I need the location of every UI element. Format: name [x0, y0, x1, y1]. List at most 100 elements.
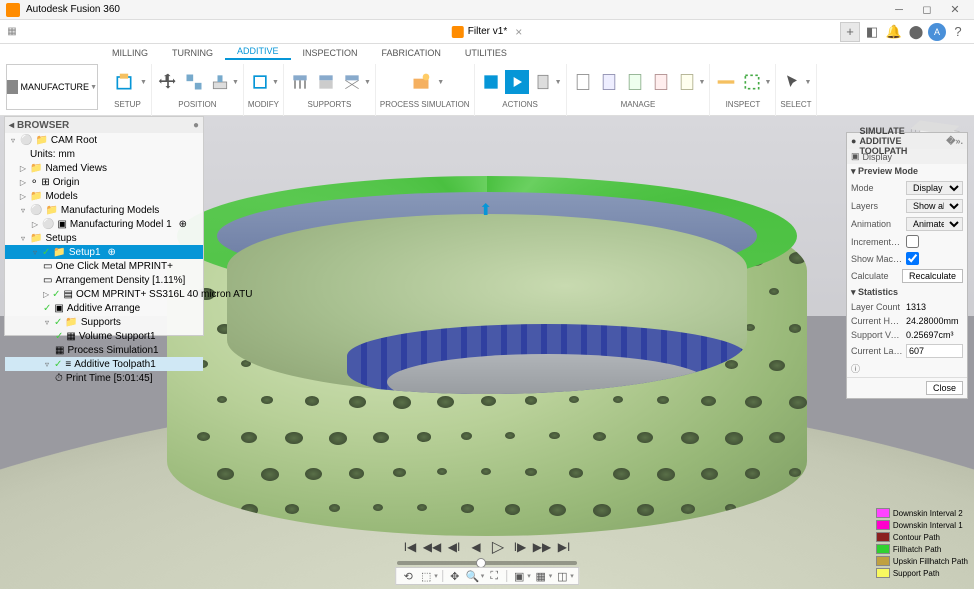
tree-toolpath[interactable]: ▿✓≡Additive Toolpath1: [5, 357, 203, 371]
tree-print-time[interactable]: ⏱Print Time [5:01:45]: [5, 371, 203, 385]
app-icon: [6, 3, 20, 17]
display-settings-icon[interactable]: ▣: [511, 568, 527, 584]
ribbon-tab-turning[interactable]: TURNING: [160, 46, 225, 60]
look-at-icon[interactable]: ⬚: [418, 568, 434, 584]
user-avatar[interactable]: A: [928, 23, 946, 41]
simulate-icon[interactable]: [505, 70, 529, 94]
tree-models[interactable]: ▷📁Models: [5, 189, 203, 203]
document-tab[interactable]: Filter v1* ×: [444, 21, 530, 43]
tree-supports[interactable]: ▿✓📁Supports: [5, 315, 203, 329]
close-tab-icon[interactable]: ×: [515, 25, 522, 39]
ribbon-tab-milling[interactable]: MILLING: [100, 46, 160, 60]
legend-swatch: [876, 568, 890, 578]
go-to-end-button[interactable]: ▶I: [556, 539, 572, 555]
close-window-button[interactable]: ✕: [942, 2, 968, 18]
manage-icon3[interactable]: [623, 70, 647, 94]
grid-settings-icon[interactable]: ▦: [533, 568, 549, 584]
minimize-button[interactable]: ─: [886, 2, 912, 18]
export-icon[interactable]: [531, 70, 555, 94]
preview-mode-section[interactable]: ▾ Preview Mode: [847, 164, 967, 179]
statistics-section[interactable]: ▾ Statistics: [847, 285, 967, 300]
notifications-icon[interactable]: 🔔: [884, 22, 904, 42]
tree-mfg-models[interactable]: ▿⚪📁Manufacturing Models: [5, 203, 203, 217]
ribbon-tab-fabrication[interactable]: FABRICATION: [370, 46, 453, 60]
toolbar-group-setup: ▼ SETUP: [104, 64, 152, 116]
show-machine-checkbox[interactable]: [906, 252, 919, 265]
tree-arrange[interactable]: ✓▣Additive Arrange: [5, 301, 203, 315]
play-reverse-button[interactable]: ◀: [468, 539, 484, 555]
modify-icon[interactable]: [248, 70, 272, 94]
pin-panel-icon[interactable]: �».: [946, 136, 963, 147]
tree-volume-support[interactable]: ✓▦Volume Support1: [5, 329, 203, 343]
tree-cam-root[interactable]: ▿⚪📁CAM Root: [5, 133, 203, 147]
incremental-checkbox[interactable]: [906, 235, 919, 248]
tree-origin[interactable]: ▷⚬⊞Origin: [5, 175, 203, 189]
layers-select[interactable]: Show all layers: [906, 199, 963, 213]
model-filter-part[interactable]: [167, 176, 807, 536]
tree-units[interactable]: Units: mm: [5, 147, 203, 161]
skip-back-button[interactable]: ◀◀: [424, 539, 440, 555]
manage-icon2[interactable]: [597, 70, 621, 94]
fit-icon[interactable]: ⛶: [486, 568, 502, 584]
move-icon[interactable]: [156, 70, 180, 94]
process-simulation-icon[interactable]: [405, 66, 437, 98]
browser-header[interactable]: ◂ BROWSER ●: [5, 117, 203, 133]
step-back-button[interactable]: ◀I: [446, 539, 462, 555]
layer-count-label: Layer Count: [851, 302, 903, 312]
browser-title: BROWSER: [17, 120, 69, 131]
workspace-switcher[interactable]: MANUFACTURE ▼: [6, 64, 98, 110]
ribbon-tab-utilities[interactable]: UTILITIES: [453, 46, 519, 60]
place-icon[interactable]: [208, 70, 232, 94]
move-gizmo-icon[interactable]: ⬆: [479, 200, 492, 220]
new-design-button[interactable]: +: [840, 22, 860, 42]
setup-icon[interactable]: [108, 66, 140, 98]
manage-icon1[interactable]: [571, 70, 595, 94]
job-status-icon[interactable]: ⬤: [906, 22, 926, 42]
tree-material[interactable]: ▷✓▤OCM MPRINT+ SS316L 40 micron ATU: [5, 287, 203, 301]
data-panel-toggle-icon[interactable]: ▦: [0, 26, 24, 37]
tree-mfg-model1[interactable]: ▷⚪▣Manufacturing Model 1⊕: [5, 217, 203, 231]
mode-select[interactable]: Display upto curre...: [906, 181, 963, 195]
simulation-timeline-slider[interactable]: [397, 561, 577, 565]
generate-icon[interactable]: [479, 70, 503, 94]
tree-printer[interactable]: ▭One Click Metal MPRINT+: [5, 259, 203, 273]
select-icon[interactable]: [780, 70, 804, 94]
tree-setups[interactable]: ▿📁Setups: [5, 231, 203, 245]
support-volume-label: Support Vol...: [851, 330, 903, 340]
tree-named-views[interactable]: ▷📁Named Views: [5, 161, 203, 175]
manage-icon5[interactable]: [675, 70, 699, 94]
bar-support-icon[interactable]: [288, 70, 312, 94]
lattice-support-icon[interactable]: [340, 70, 364, 94]
recalculate-button[interactable]: Recalculate: [902, 269, 963, 283]
go-to-start-button[interactable]: I◀: [402, 539, 418, 555]
panel-header[interactable]: ●SIMULATE ADDITIVE TOOLPATH�».: [847, 133, 967, 149]
current-layer-input[interactable]: [906, 344, 963, 358]
pan-icon[interactable]: ✥: [447, 568, 463, 584]
tree-setup1[interactable]: ▿✓📁Setup1⊕: [5, 245, 203, 259]
manage-icon4[interactable]: [649, 70, 673, 94]
legend-row: Contour Path: [876, 531, 968, 543]
info-icon[interactable]: ⓘ: [847, 360, 967, 377]
inspect-icon[interactable]: [740, 70, 764, 94]
toolbar-label: SUPPORTS: [308, 100, 352, 109]
animation-select[interactable]: Animate full model: [906, 217, 963, 231]
auto-orient-icon[interactable]: [182, 70, 206, 94]
volume-support-icon[interactable]: [314, 70, 338, 94]
tree-density[interactable]: ▭Arrangement Density [1.11%]: [5, 273, 203, 287]
measure-icon[interactable]: [714, 70, 738, 94]
skip-forward-button[interactable]: ▶▶: [534, 539, 550, 555]
step-forward-button[interactable]: I▶: [512, 539, 528, 555]
orbit-icon[interactable]: ⟲: [400, 568, 416, 584]
play-button[interactable]: ▷: [490, 539, 506, 555]
zoom-icon[interactable]: 🔍: [465, 568, 481, 584]
help-icon[interactable]: ?: [948, 22, 968, 42]
toolbar-label: SETUP: [114, 100, 141, 109]
tree-process-sim[interactable]: ▦Process Simulation1: [5, 343, 203, 357]
ribbon-tab-inspection[interactable]: INSPECTION: [291, 46, 370, 60]
ribbon-tab-additive[interactable]: ADDITIVE: [225, 44, 291, 60]
viewport-layout-icon[interactable]: ◫: [554, 568, 570, 584]
extensions-icon[interactable]: ◧: [862, 22, 882, 42]
maximize-button[interactable]: ◻: [914, 2, 940, 18]
close-panel-button[interactable]: Close: [926, 381, 963, 395]
toolbar-group-actions: ▼ ACTIONS: [475, 64, 567, 116]
